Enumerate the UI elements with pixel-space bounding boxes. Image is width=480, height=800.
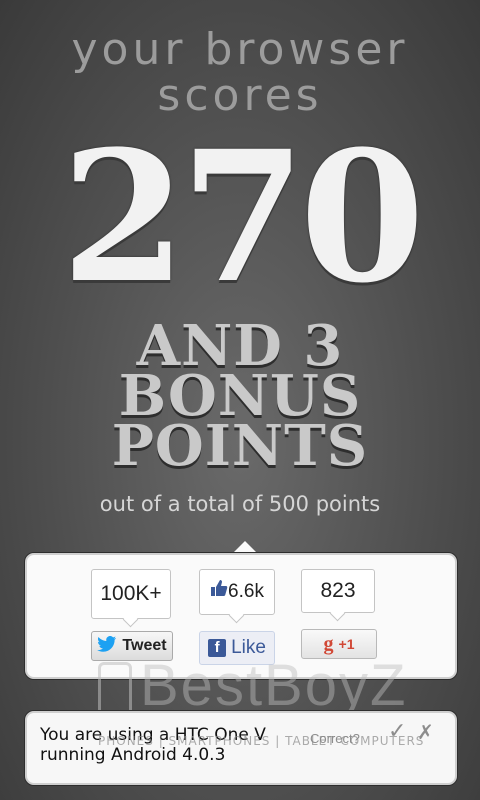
total-points-text: out of a total of 500 points [99, 492, 381, 516]
like-count: 6.6k [199, 569, 275, 615]
score-value: 270 [61, 112, 425, 323]
tweet-count: 100K+ [91, 569, 171, 619]
twitter-bird-icon [97, 635, 117, 657]
watermark-subtitle: PHONES | SMARTPHONES | TABLET COMPUTERS [98, 734, 425, 748]
plusone-count: 823 [301, 569, 375, 613]
thumbs-up-icon [210, 570, 228, 614]
device-info-box: You are using a HTC One V running Androi… [24, 710, 458, 786]
device-line-2: running Android 4.0.3 [40, 745, 226, 765]
watermark-title: BestBoyZ [140, 653, 408, 718]
plusone-label: +1 [338, 636, 355, 652]
headline-line-1: your browser [71, 24, 409, 75]
like-count-value: 6.6k [228, 581, 264, 602]
bonus-line-3: POINTS [111, 413, 369, 479]
